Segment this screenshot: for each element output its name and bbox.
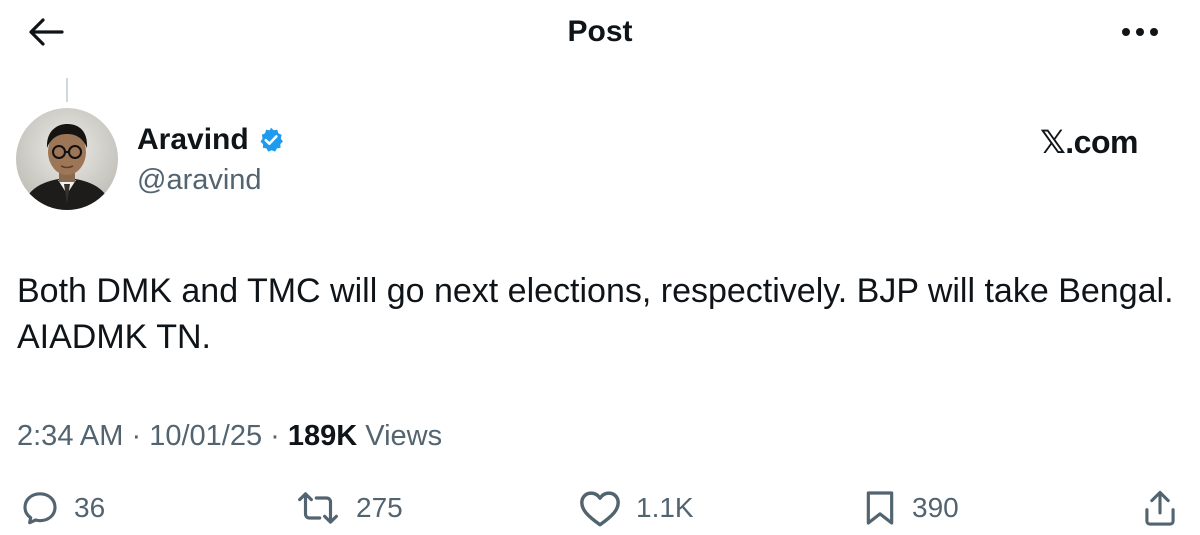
x-com-text: .com [1065,124,1138,160]
tweet-text: Both DMK and TMC will go next elections,… [17,272,1174,356]
page-title: Post [567,15,633,48]
bookmark-button[interactable]: 390 [862,486,959,530]
views-label: Views [357,420,443,452]
author-handle[interactable]: @aravind [137,162,262,198]
avatar[interactable] [16,108,118,210]
repost-icon [298,492,338,524]
thread-connector-line [66,78,68,102]
tweet-date[interactable]: 10/01/25 [149,420,262,452]
like-count: 1.1K [636,492,694,523]
reply-icon [23,492,57,525]
repost-count: 275 [356,492,403,523]
x-com-watermark: 𝕏 .com [1040,122,1180,162]
share-icon [1145,490,1175,526]
more-icon [1122,28,1158,36]
reply-count: 36 [74,492,106,523]
repost-button[interactable]: 275 [294,486,403,530]
meta-separator: · [262,420,288,452]
tweet-meta: 2:34 AM · 10/01/25 · 189K Views [17,416,442,456]
views-count: 189K [287,420,358,452]
more-button[interactable] [1112,12,1168,52]
author-name: Aravind [137,123,249,156]
author-name-row[interactable]: Aravind [137,122,285,158]
bookmark-count: 390 [912,492,959,523]
reply-button[interactable]: 36 [20,486,105,530]
avatar-portrait [16,108,118,210]
bookmark-icon [866,491,894,525]
x-logo-glyph: 𝕏 [1040,124,1066,160]
meta-separator: · [123,420,150,452]
share-button[interactable] [1138,486,1182,530]
tweet-time[interactable]: 2:34 AM [17,420,123,452]
verified-badge-icon [260,127,283,152]
like-button[interactable]: 1.1K [578,486,694,530]
like-icon [580,491,620,527]
